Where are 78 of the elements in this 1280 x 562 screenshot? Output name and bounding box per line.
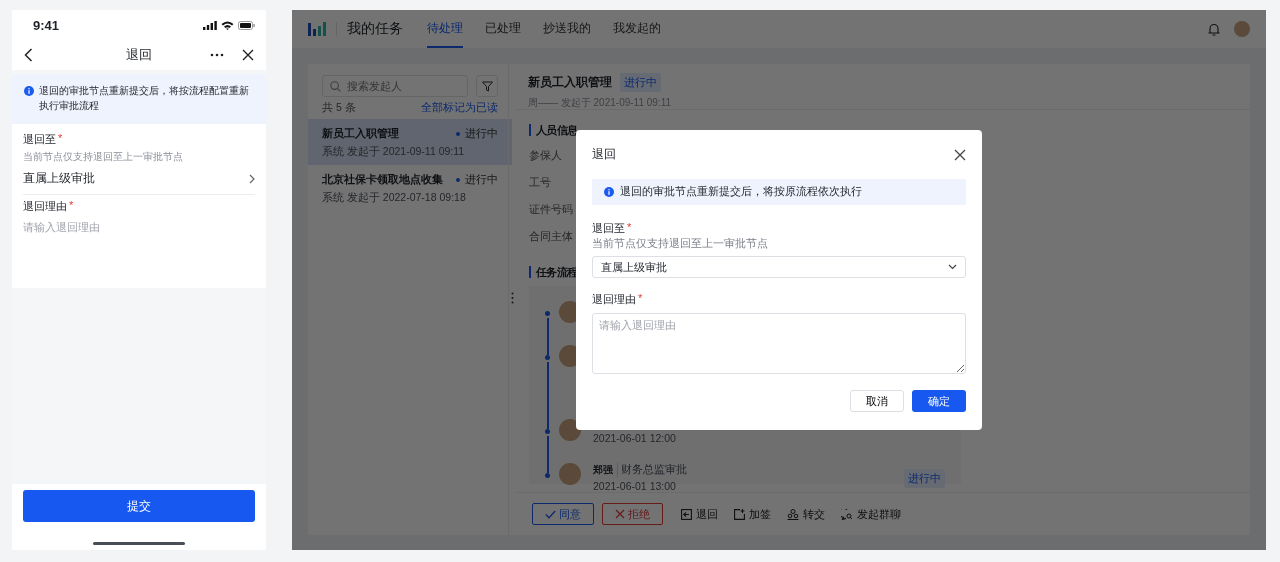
required-mark: * — [638, 292, 643, 306]
task-meta: 系统 发起于 2021-09-11 09:11 — [322, 145, 465, 159]
back-icon[interactable] — [24, 48, 33, 62]
field-label: 工号 — [529, 176, 551, 190]
search-icon — [330, 80, 341, 92]
close-icon[interactable] — [954, 148, 966, 161]
reason-input[interactable]: 请输入退回理由 — [592, 313, 966, 374]
detail-title: 新员工入职管理 — [528, 74, 612, 91]
nav-tab[interactable]: 我发起的 — [613, 10, 661, 48]
node-time: 2021-06-01 12:00 — [593, 432, 676, 444]
search-field[interactable]: 搜索发起人 — [322, 75, 468, 97]
drag-handle-icon[interactable] — [511, 292, 514, 304]
action-button[interactable]: 转交 — [787, 506, 825, 522]
more-icon[interactable] — [210, 53, 224, 57]
approver-role: 财务总监审批 — [617, 463, 687, 477]
info-icon — [24, 86, 34, 96]
field-label: 退回理由 — [23, 199, 67, 214]
node-time: 2021-06-01 13:00 — [593, 480, 677, 492]
info-icon — [604, 187, 614, 197]
field-hint: 当前节点仅支持退回至上一审批节点 — [23, 150, 183, 164]
approver-name: 郑强 — [593, 463, 613, 477]
signal-icon — [203, 20, 217, 30]
result-count: 共 5 条 — [322, 101, 356, 115]
select-field[interactable]: 直属上级审批 — [23, 164, 255, 195]
avatar — [559, 463, 581, 485]
filter-icon — [481, 80, 493, 92]
submit-button[interactable]: 提交 — [23, 490, 255, 522]
approve-button[interactable]: 同意 — [532, 503, 594, 525]
task-title: 北京社保卡领取地点收集 — [322, 172, 443, 187]
task-title: 新员工入职管理 — [322, 126, 399, 141]
required-mark: * — [627, 221, 632, 235]
cancel-button[interactable]: 取消 — [850, 390, 904, 412]
alert-text: 退回的审批节点重新提交后，将按流程配置重新执行审批流程 — [39, 84, 250, 113]
check-icon — [545, 509, 556, 519]
field-hint: 当前节点仅支持退回至上一审批节点 — [592, 237, 768, 251]
alert-text: 退回的审批节点重新提交后，将按原流程依次执行 — [620, 185, 862, 199]
required-mark: * — [58, 132, 63, 146]
reject-button[interactable]: 拒绝 — [602, 503, 663, 525]
action-button[interactable]: 退回 — [681, 506, 718, 522]
mark-all-read-link[interactable]: 全部标记为已读 — [421, 101, 498, 115]
task-item[interactable]: 新员工入职管理 进行中 系统 发起于 2021-09-11 09:11 — [308, 119, 512, 165]
filter-button[interactable] — [476, 75, 498, 97]
status-tag: 进行中 — [904, 469, 945, 488]
field-label: 退回至 — [592, 221, 625, 236]
field-label: 参保人 — [529, 149, 562, 163]
page-title: 退回 — [125, 46, 153, 64]
close-icon[interactable] — [242, 49, 254, 61]
action-button[interactable]: 加签 — [734, 506, 771, 522]
nav-tab[interactable]: 已处理 — [485, 10, 521, 48]
field-label: 退回理由 — [592, 292, 636, 307]
status-time: 9:41 — [33, 17, 60, 33]
people-icon — [787, 508, 799, 520]
field-label: 合同主体 — [529, 230, 573, 244]
task-meta: 系统 发起于 2022-07-18 09:18 — [322, 191, 466, 205]
chevron-right-icon — [249, 173, 255, 184]
logo-icon — [308, 22, 326, 36]
dialog-title: 退回 — [592, 146, 616, 163]
confirm-button[interactable]: 确定 — [912, 390, 966, 412]
return-icon — [681, 508, 692, 520]
task-item[interactable]: 北京社保卡领取地点收集 进行中 系统 发起于 2022-07-18 09:18 — [308, 165, 512, 211]
status-tag: 进行中 — [620, 73, 661, 92]
task-status: 进行中 — [456, 126, 498, 141]
x-icon — [615, 509, 625, 519]
add-document-icon — [734, 508, 745, 520]
app-title: 我的任务 — [347, 20, 403, 38]
avatar — [559, 419, 581, 441]
select-field[interactable]: 直属上级审批 — [592, 256, 966, 278]
chevron-down-icon — [948, 264, 957, 270]
nav-tab[interactable]: 待处理 — [427, 10, 463, 48]
nav-tab[interactable]: 抄送我的 — [543, 10, 591, 48]
required-mark: * — [69, 199, 74, 213]
field-label: 退回至 — [23, 132, 56, 147]
wifi-icon — [221, 20, 234, 30]
bell-icon[interactable] — [1208, 22, 1220, 36]
action-button[interactable]: 发起群聊 — [841, 506, 901, 522]
task-status: 进行中 — [456, 172, 498, 187]
battery-icon — [238, 20, 255, 30]
field-label: 证件号码 — [529, 203, 573, 217]
